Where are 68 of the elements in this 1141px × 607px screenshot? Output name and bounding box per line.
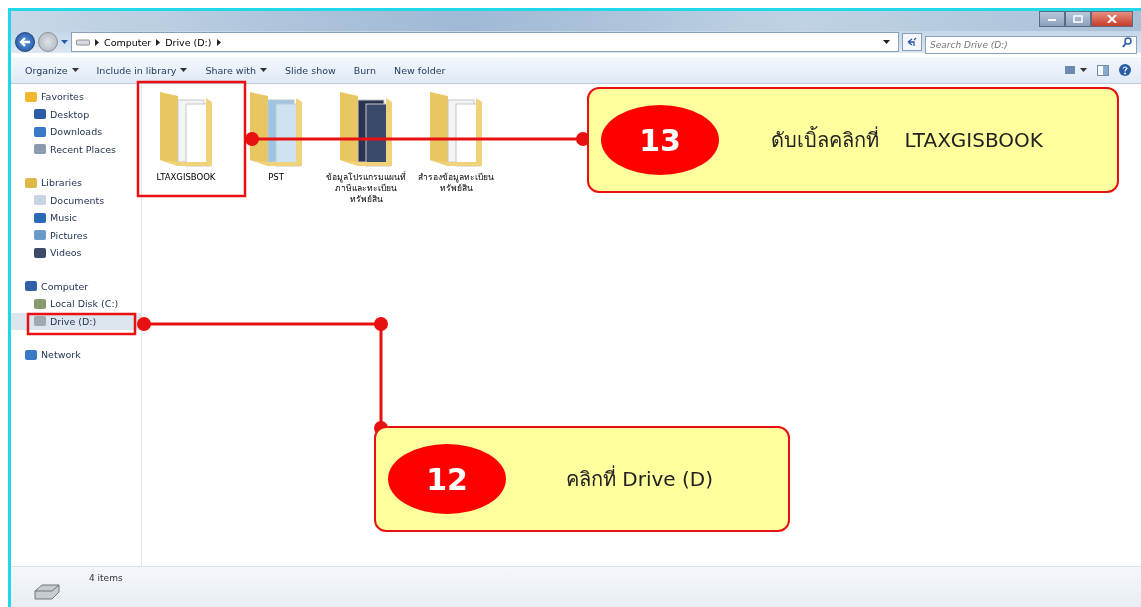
- nav-group[interactable]: Network: [11, 346, 141, 364]
- address-bar[interactable]: Computer Drive (D:): [71, 32, 899, 52]
- nav-icon: [34, 230, 46, 241]
- nav-icon: [34, 126, 46, 137]
- nav-group[interactable]: Libraries: [11, 174, 141, 192]
- toolbar-button[interactable]: Slide show: [281, 62, 340, 78]
- search-icon: [1122, 37, 1132, 48]
- nav-icon: [25, 349, 37, 360]
- nav-item[interactable]: Pictures: [11, 226, 141, 244]
- folder-item[interactable]: PST: [232, 82, 320, 183]
- refresh-icon: [906, 36, 918, 47]
- nav-icon: [34, 298, 46, 309]
- refresh-button[interactable]: [902, 33, 922, 51]
- nav-item[interactable]: Recent Places: [11, 140, 141, 158]
- folder-name: ข้อมูลโปรแกรมแผนที่ภาษีและทะเบียนทรัพย์สิน: [326, 172, 406, 205]
- nav-icon: [25, 91, 37, 102]
- step-number: 12: [388, 444, 506, 514]
- view-icon[interactable]: [1065, 66, 1087, 74]
- nav-item[interactable]: Desktop: [11, 105, 141, 123]
- caret-icon[interactable]: [883, 40, 890, 44]
- nav-group[interactable]: Favorites: [11, 88, 141, 106]
- chevron-icon[interactable]: [156, 38, 161, 46]
- nav-icon: [25, 177, 37, 188]
- nav-icon: [25, 281, 37, 292]
- nav-icon: [34, 212, 46, 223]
- nav-icon: [34, 109, 46, 120]
- nav-icon: [34, 247, 46, 258]
- breadcrumb[interactable]: Drive (D:): [165, 36, 212, 48]
- search-field[interactable]: Search Drive (D:): [925, 36, 1137, 54]
- maximize-button[interactable]: [1065, 11, 1091, 27]
- folder-item[interactable]: LTAXGISBOOK: [142, 82, 230, 183]
- back-button[interactable]: [15, 32, 35, 52]
- back-arrow-icon: [18, 36, 32, 48]
- folder-item[interactable]: ข้อมูลโปรแกรมแผนที่ภาษีและทะเบียนทรัพย์สิน: [322, 82, 410, 205]
- folder-name: LTAXGISBOOK: [155, 172, 217, 183]
- callout-text: ดับเบิ้ลคลิกที่ LTAXGISBOOK: [771, 125, 1043, 154]
- folder-name: สำรองข้อมูลทะเบียนทรัพย์สิน: [417, 172, 495, 194]
- minimize-icon: [1047, 16, 1057, 22]
- folder-name: PST: [267, 172, 285, 183]
- toolbar-button[interactable]: Share with: [201, 62, 271, 78]
- nav-group[interactable]: Computer: [11, 277, 141, 295]
- toolbar-button[interactable]: New folder: [390, 62, 450, 78]
- drive-icon: [33, 583, 61, 601]
- toolbar-button[interactable]: Burn: [349, 62, 381, 78]
- nav-icon: [34, 316, 46, 327]
- close-button[interactable]: [1091, 11, 1133, 27]
- nav-item[interactable]: Videos: [11, 244, 141, 262]
- folder-item[interactable]: สำรองข้อมูลทะเบียนทรัพย์สิน: [412, 82, 500, 194]
- help-icon[interactable]: [1119, 64, 1131, 76]
- step-number: 13: [601, 105, 719, 175]
- nav-icon: [34, 144, 46, 155]
- callout-text: คลิกที่ Drive (D): [566, 464, 714, 493]
- chevron-icon[interactable]: [216, 38, 221, 46]
- chevron-icon[interactable]: [95, 38, 99, 46]
- close-icon: [1107, 15, 1117, 23]
- preview-pane-icon[interactable]: [1097, 64, 1109, 76]
- nav-item[interactable]: Documents: [11, 191, 141, 209]
- toolbar-button[interactable]: Include in library: [92, 62, 192, 78]
- item-count: 4 items: [89, 573, 123, 583]
- nav-item[interactable]: Music: [11, 209, 141, 227]
- nav-icon: [34, 195, 46, 206]
- maximize-icon: [1073, 15, 1083, 23]
- nav-item[interactable]: Local Disk (C:): [11, 295, 141, 313]
- minimize-button[interactable]: [1039, 11, 1065, 27]
- breadcrumb[interactable]: Computer: [104, 36, 152, 48]
- toolbar-button[interactable]: Organize: [21, 62, 83, 78]
- nav-item[interactable]: Downloads: [11, 123, 141, 141]
- drive-icon: [76, 38, 90, 46]
